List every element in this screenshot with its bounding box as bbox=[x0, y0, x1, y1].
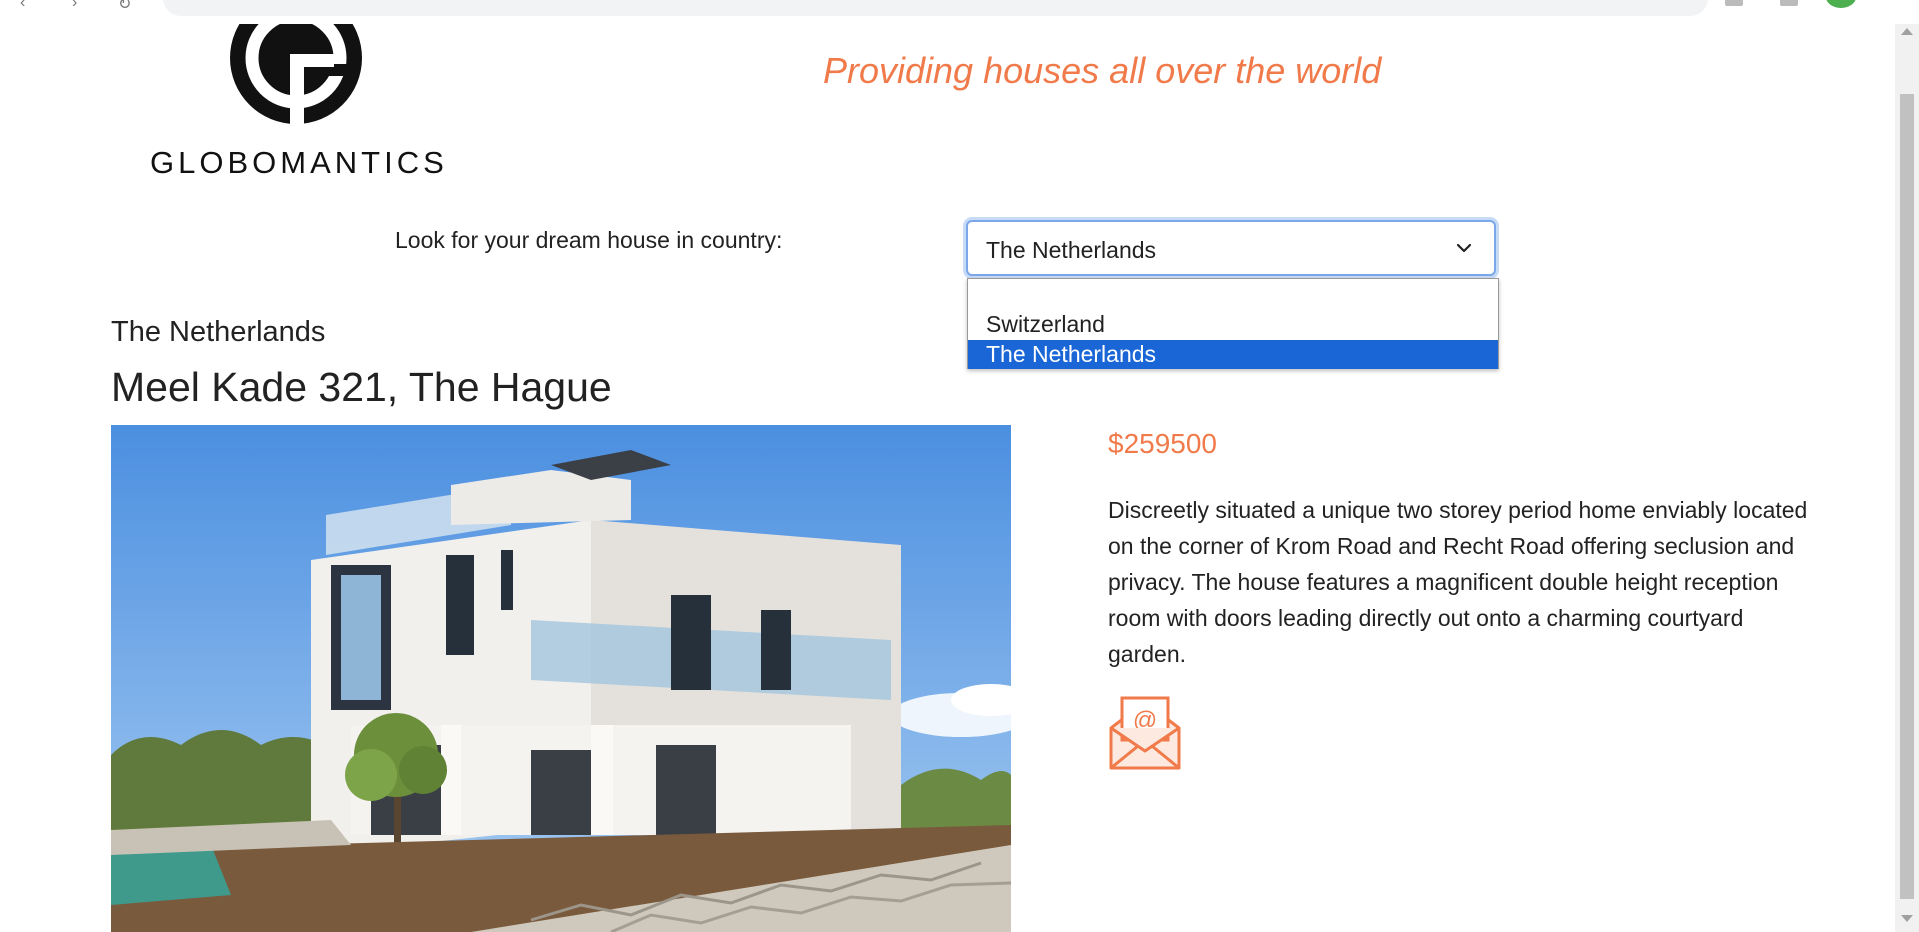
email-envelope-icon[interactable]: @ bbox=[1108, 696, 1182, 770]
scroll-down-icon[interactable] bbox=[1901, 915, 1913, 922]
reload-icon[interactable]: ↻ bbox=[118, 0, 131, 14]
tagline: Providing houses all over the world bbox=[823, 50, 1382, 91]
brand-wordmark: GLOBOMANTICS bbox=[150, 145, 448, 180]
brand-logo[interactable]: GLOBOMANTICS bbox=[150, 24, 448, 184]
browser-toolbar: ‹ › ↻ bbox=[0, 0, 1919, 25]
option-the-netherlands[interactable]: The Netherlands bbox=[968, 340, 1498, 369]
scroll-up-icon[interactable] bbox=[1901, 28, 1913, 35]
house-price: $259500 bbox=[1108, 428, 1218, 459]
chevron-down-icon bbox=[1456, 243, 1472, 253]
house-photo bbox=[111, 425, 1011, 932]
page-content: GLOBOMANTICS Providing houses all over t… bbox=[0, 24, 1895, 932]
puzzle-icon[interactable] bbox=[1725, 0, 1743, 6]
house-address: Meel Kade 321, The Hague bbox=[111, 364, 612, 410]
back-icon[interactable]: ‹ bbox=[20, 0, 25, 12]
tab-search-icon[interactable] bbox=[1780, 0, 1798, 6]
page-scrollbar[interactable] bbox=[1895, 24, 1919, 932]
forward-icon[interactable]: › bbox=[72, 0, 77, 12]
globomantics-g-icon bbox=[230, 24, 362, 124]
country-select[interactable]: The Netherlands bbox=[966, 220, 1496, 276]
avatar[interactable] bbox=[1826, 0, 1856, 8]
house-description: Discreetly situated a unique two storey … bbox=[1108, 497, 1808, 667]
country-select-label: Look for your dream house in country: bbox=[395, 227, 783, 253]
selected-country: The Netherlands bbox=[986, 237, 1157, 263]
country-dropdown-list: Switzerland The Netherlands bbox=[967, 278, 1499, 369]
option-empty[interactable] bbox=[968, 279, 1498, 308]
option-switzerland[interactable]: Switzerland bbox=[968, 310, 1498, 339]
address-bar[interactable] bbox=[163, 0, 1708, 16]
house-country: The Netherlands bbox=[111, 316, 326, 348]
scrollbar-thumb[interactable] bbox=[1900, 94, 1914, 899]
